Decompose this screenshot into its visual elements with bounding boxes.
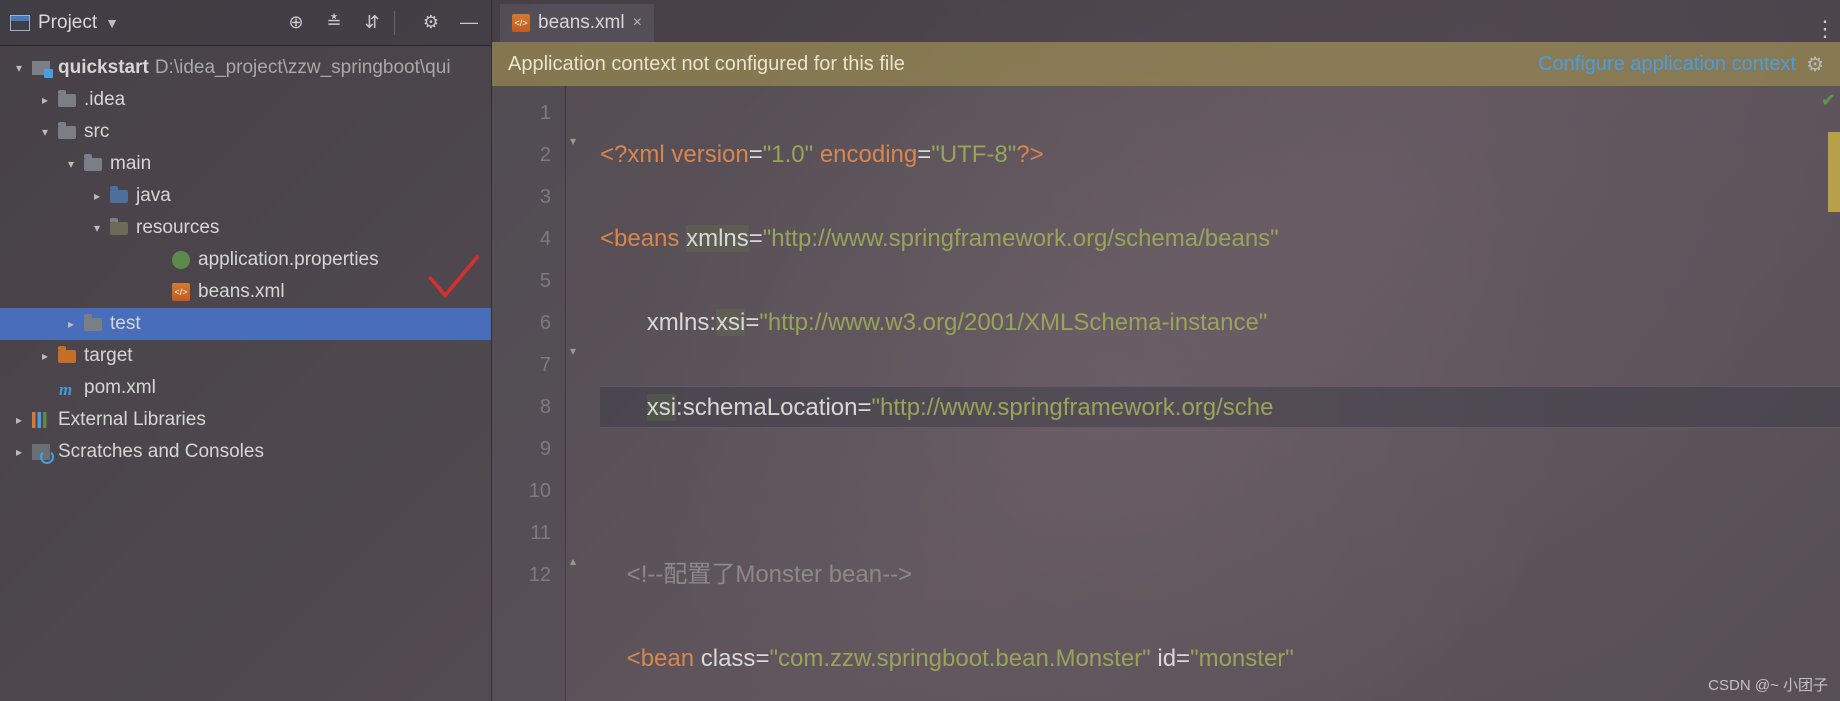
chevron-right-icon[interactable]: ▸ [36, 349, 54, 363]
configure-context-link[interactable]: Configure application context [1538, 53, 1796, 76]
chevron-right-icon[interactable]: ▸ [62, 317, 80, 331]
root-path: D:\idea_project\zzw_springboot\qui [155, 57, 451, 79]
module-icon [32, 61, 50, 75]
chevron-right-icon[interactable]: ▸ [88, 189, 106, 203]
tree-beans-xml[interactable]: ▸ beans.xml [0, 276, 491, 308]
watermark: CSDN @~ 小团子 [1708, 674, 1828, 695]
source-folder-icon [110, 190, 128, 203]
tree-label: resources [136, 217, 219, 239]
chevron-down-icon[interactable]: ▾ [88, 221, 106, 235]
project-tree: ▾ quickstart D:\idea_project\zzw_springb… [0, 46, 491, 468]
tree-label: beans.xml [198, 281, 285, 303]
tree-java[interactable]: ▸ java [0, 180, 491, 212]
divider [394, 11, 395, 35]
folder-icon [84, 158, 102, 171]
properties-file-icon [172, 251, 190, 269]
locate-icon[interactable]: ⊕ [284, 11, 308, 35]
tree-label: External Libraries [58, 409, 206, 431]
tab-beans-xml[interactable]: beans.xml × [500, 4, 654, 42]
tree-external-libs[interactable]: ▸ External Libraries [0, 404, 491, 436]
tree-main[interactable]: ▾ main [0, 148, 491, 180]
line-number: 10 [492, 470, 551, 512]
maven-file-icon: m [59, 380, 75, 396]
tree-label: target [84, 345, 133, 367]
xml-file-icon [512, 14, 530, 32]
line-number: 4 [492, 218, 551, 260]
gear-icon[interactable]: ⚙ [1806, 52, 1824, 77]
banner-message: Application context not configured for t… [508, 53, 905, 76]
collapse-icon[interactable]: ≛ [322, 11, 346, 35]
tree-label: java [136, 185, 171, 207]
tree-app-prop[interactable]: ▸ application.properties [0, 244, 491, 276]
tree-label: application.properties [198, 249, 379, 271]
tree-label: main [110, 153, 151, 175]
project-sidebar: Project ▼ ⊕ ≛ ⇵ ⚙ — ▾ quickstart D:\idea… [0, 0, 492, 701]
line-number: 2 [492, 134, 551, 176]
tree-test[interactable]: ▸ test [0, 308, 491, 340]
line-number: 8 [492, 386, 551, 428]
editor-pane: beans.xml × ⋮ Application context not co… [492, 0, 1840, 701]
tab-label: beans.xml [538, 12, 625, 34]
resources-folder-icon [110, 222, 128, 235]
tree-label: test [110, 313, 141, 335]
line-number: 12 [492, 554, 551, 596]
tree-resources[interactable]: ▾ resources [0, 212, 491, 244]
fold-icon[interactable]: ▾ [570, 344, 576, 358]
more-icon[interactable]: ⋮ [1810, 16, 1840, 42]
chevron-right-icon[interactable]: ▸ [10, 445, 28, 459]
tree-root[interactable]: ▾ quickstart D:\idea_project\zzw_springb… [0, 52, 491, 84]
scratches-icon [32, 444, 50, 460]
context-banner: Application context not configured for t… [492, 42, 1840, 86]
tree-label: pom.xml [84, 377, 156, 399]
tree-label: .idea [84, 89, 125, 111]
chevron-down-icon[interactable]: ▾ [10, 61, 28, 75]
root-label: quickstart [58, 57, 149, 79]
chevron-right-icon[interactable]: ▸ [36, 93, 54, 107]
gear-icon[interactable]: ⚙ [419, 11, 443, 35]
tree-label: Scratches and Consoles [58, 441, 264, 463]
line-gutter: 1 2 3 4 5 6 7 8 9 10 11 12 [492, 86, 566, 701]
tree-label: src [84, 121, 109, 143]
folder-icon [84, 318, 102, 331]
code-text[interactable]: <?xml version="1.0" encoding="UTF-8"?> <… [590, 86, 1840, 701]
chevron-down-icon[interactable]: ▼ [105, 15, 119, 31]
minimize-icon[interactable]: — [457, 11, 481, 35]
line-number: 11 [492, 512, 551, 554]
line-number: 1 [492, 92, 551, 134]
expand-icon[interactable]: ⇵ [360, 11, 384, 35]
tree-idea[interactable]: ▸ .idea [0, 84, 491, 116]
line-number: 5 [492, 260, 551, 302]
tree-src[interactable]: ▾ src [0, 116, 491, 148]
project-view-icon [10, 15, 30, 31]
chevron-right-icon[interactable]: ▸ [10, 413, 28, 427]
xml-file-icon [172, 283, 190, 301]
target-folder-icon [58, 350, 76, 363]
libraries-icon [32, 412, 50, 428]
line-number: 9 [492, 428, 551, 470]
editor-tabs: beans.xml × ⋮ [492, 0, 1840, 42]
error-stripe[interactable] [1828, 132, 1840, 212]
fold-icon[interactable]: ▴ [570, 554, 576, 568]
tree-pom[interactable]: ▸ m pom.xml [0, 372, 491, 404]
folder-icon [58, 94, 76, 107]
close-icon[interactable]: × [633, 14, 642, 32]
chevron-down-icon[interactable]: ▾ [36, 125, 54, 139]
fold-column: ▾ ▾ ▴ [566, 86, 590, 701]
sidebar-header: Project ▼ ⊕ ≛ ⇵ ⚙ — [0, 0, 491, 46]
line-number: 7 [492, 344, 551, 386]
chevron-down-icon[interactable]: ▾ [62, 157, 80, 171]
fold-icon[interactable]: ▾ [570, 134, 576, 148]
tree-target[interactable]: ▸ target [0, 340, 491, 372]
folder-icon [58, 126, 76, 139]
line-number: 6 [492, 302, 551, 344]
line-number: 3 [492, 176, 551, 218]
tree-scratches[interactable]: ▸ Scratches and Consoles [0, 436, 491, 468]
sidebar-title[interactable]: Project [38, 12, 97, 34]
code-area[interactable]: 1 2 3 4 5 6 7 8 9 10 11 12 ▾ ▾ ▴ <?xml v… [492, 86, 1840, 701]
inspection-ok-icon[interactable]: ✔ [1821, 90, 1836, 111]
